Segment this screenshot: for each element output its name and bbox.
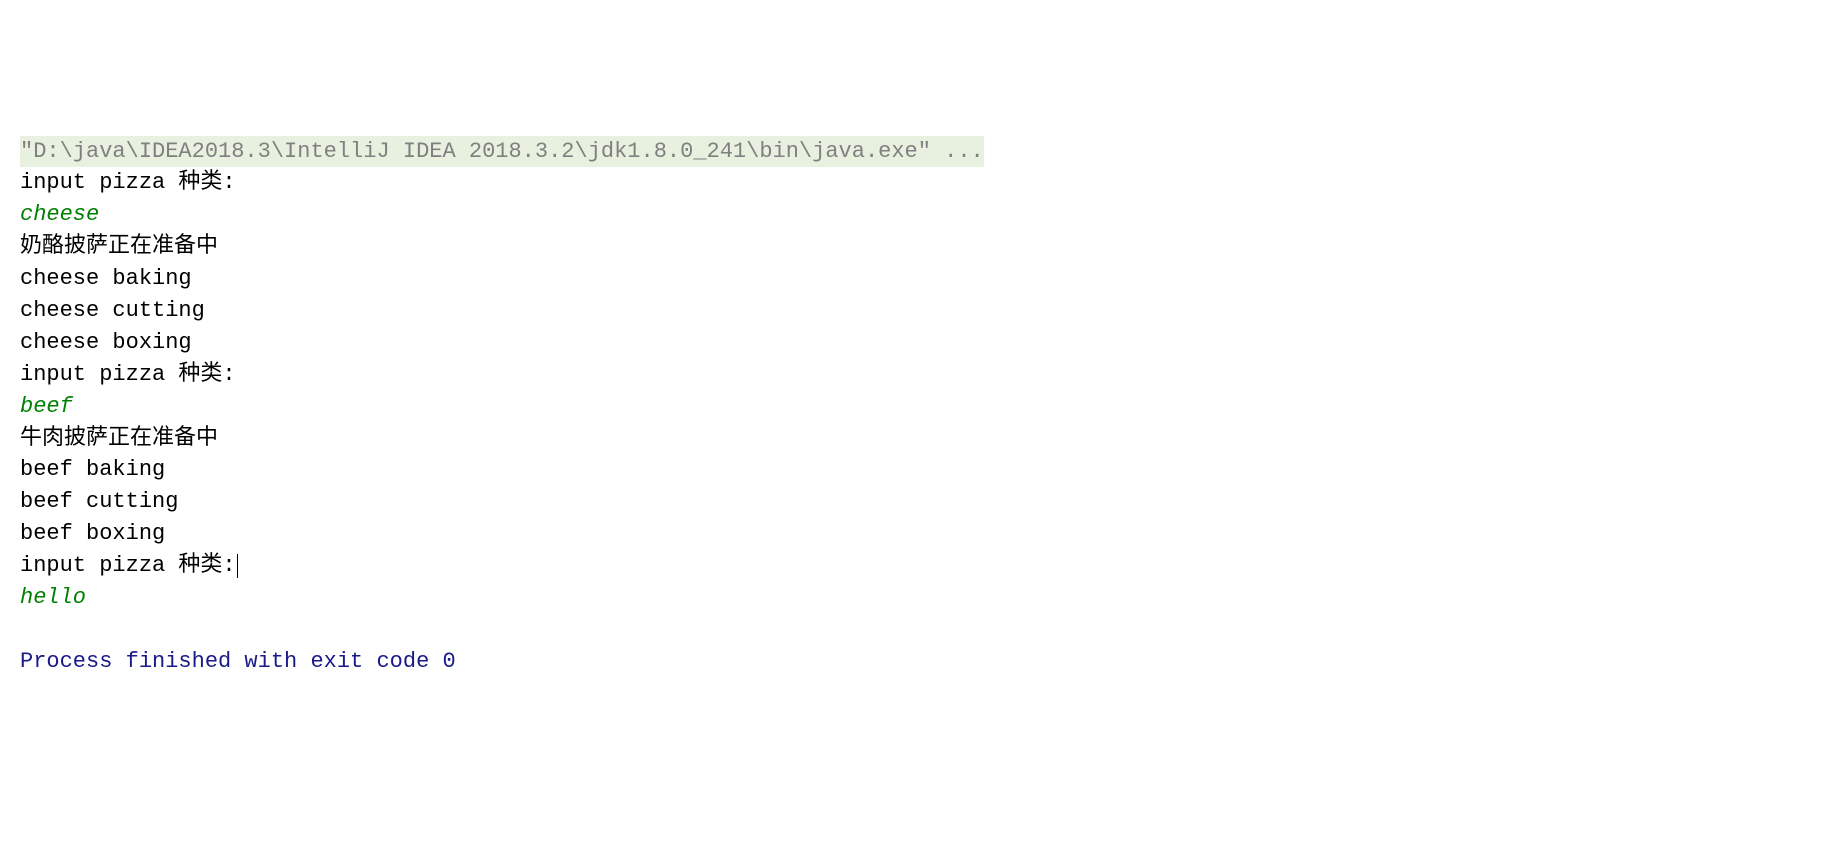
console-output-line: cheese cutting (20, 295, 1824, 327)
console-output-line: 牛肉披萨正在准备中 (20, 423, 1824, 455)
console-output-line: cheese boxing (20, 327, 1824, 359)
command-line: "D:\java\IDEA2018.3\IntelliJ IDEA 2018.3… (20, 136, 984, 168)
text-cursor (237, 554, 238, 578)
console-input-line: beef (20, 391, 1824, 423)
console-output-line: input pizza 种类: (20, 550, 1824, 582)
console-output-line: cheese baking (20, 263, 1824, 295)
console-output-line: beef cutting (20, 486, 1824, 518)
process-exit-message: Process finished with exit code 0 (20, 646, 1824, 678)
console-output-line: input pizza 种类: (20, 359, 1824, 391)
console-output[interactable]: "D:\java\IDEA2018.3\IntelliJ IDEA 2018.3… (20, 136, 1824, 678)
console-output-line: beef boxing (20, 518, 1824, 550)
console-output-line: 奶酪披萨正在准备中 (20, 231, 1824, 263)
console-input-line: hello (20, 582, 1824, 614)
console-output-line: input pizza 种类: (20, 167, 1824, 199)
console-input-line: cheese (20, 199, 1824, 231)
console-output-line: beef baking (20, 454, 1824, 486)
blank-line (20, 614, 1824, 646)
